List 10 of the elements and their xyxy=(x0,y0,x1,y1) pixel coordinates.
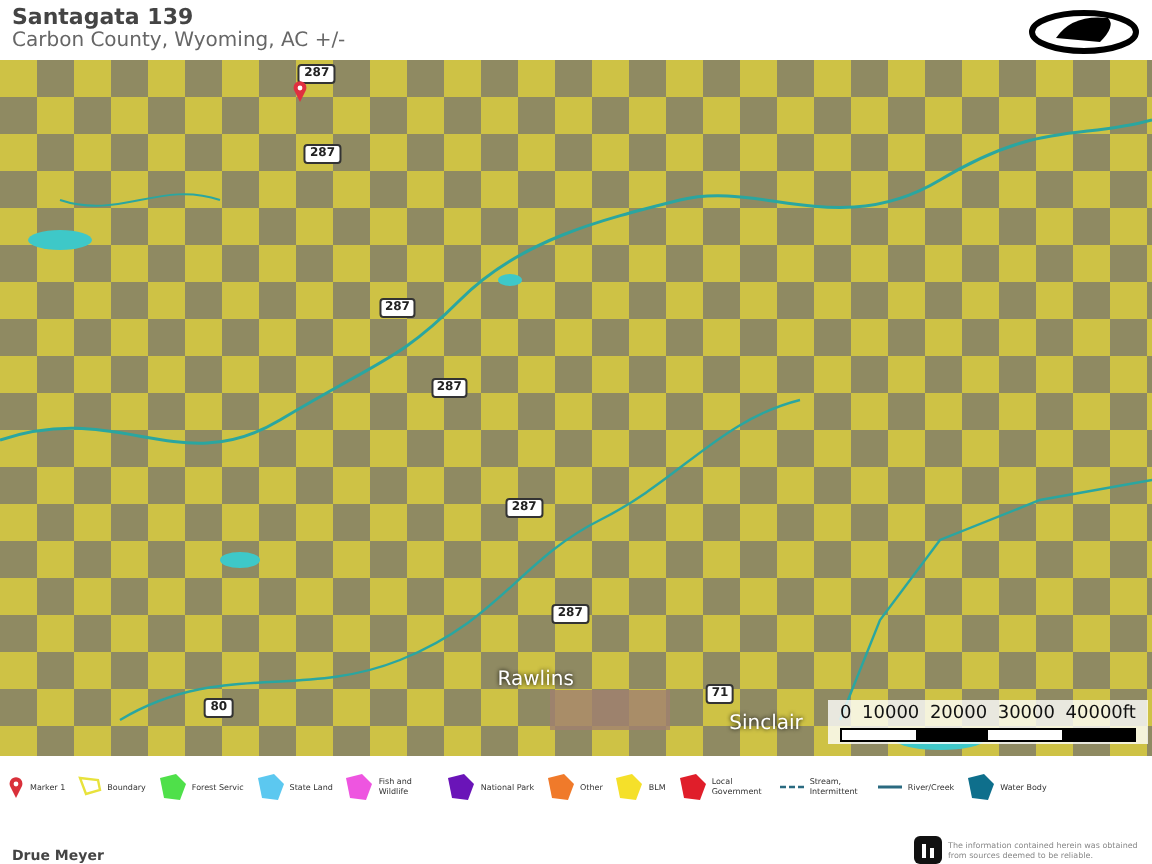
town-label: Sinclair xyxy=(729,713,803,736)
map-title: Santagata 139 xyxy=(12,6,196,30)
map-pin-icon[interactable] xyxy=(291,79,308,102)
scale-label: 40000ft xyxy=(1065,704,1136,724)
map-subtitle: Carbon County, Wyoming, AC +/- xyxy=(12,30,346,54)
scale-label: 30000 xyxy=(997,704,1055,724)
scale-label: 20000 xyxy=(929,704,988,724)
scale-label: 10000 xyxy=(862,704,920,724)
town-label: Rawlins xyxy=(497,668,574,691)
scale-label: 0 xyxy=(840,704,852,724)
